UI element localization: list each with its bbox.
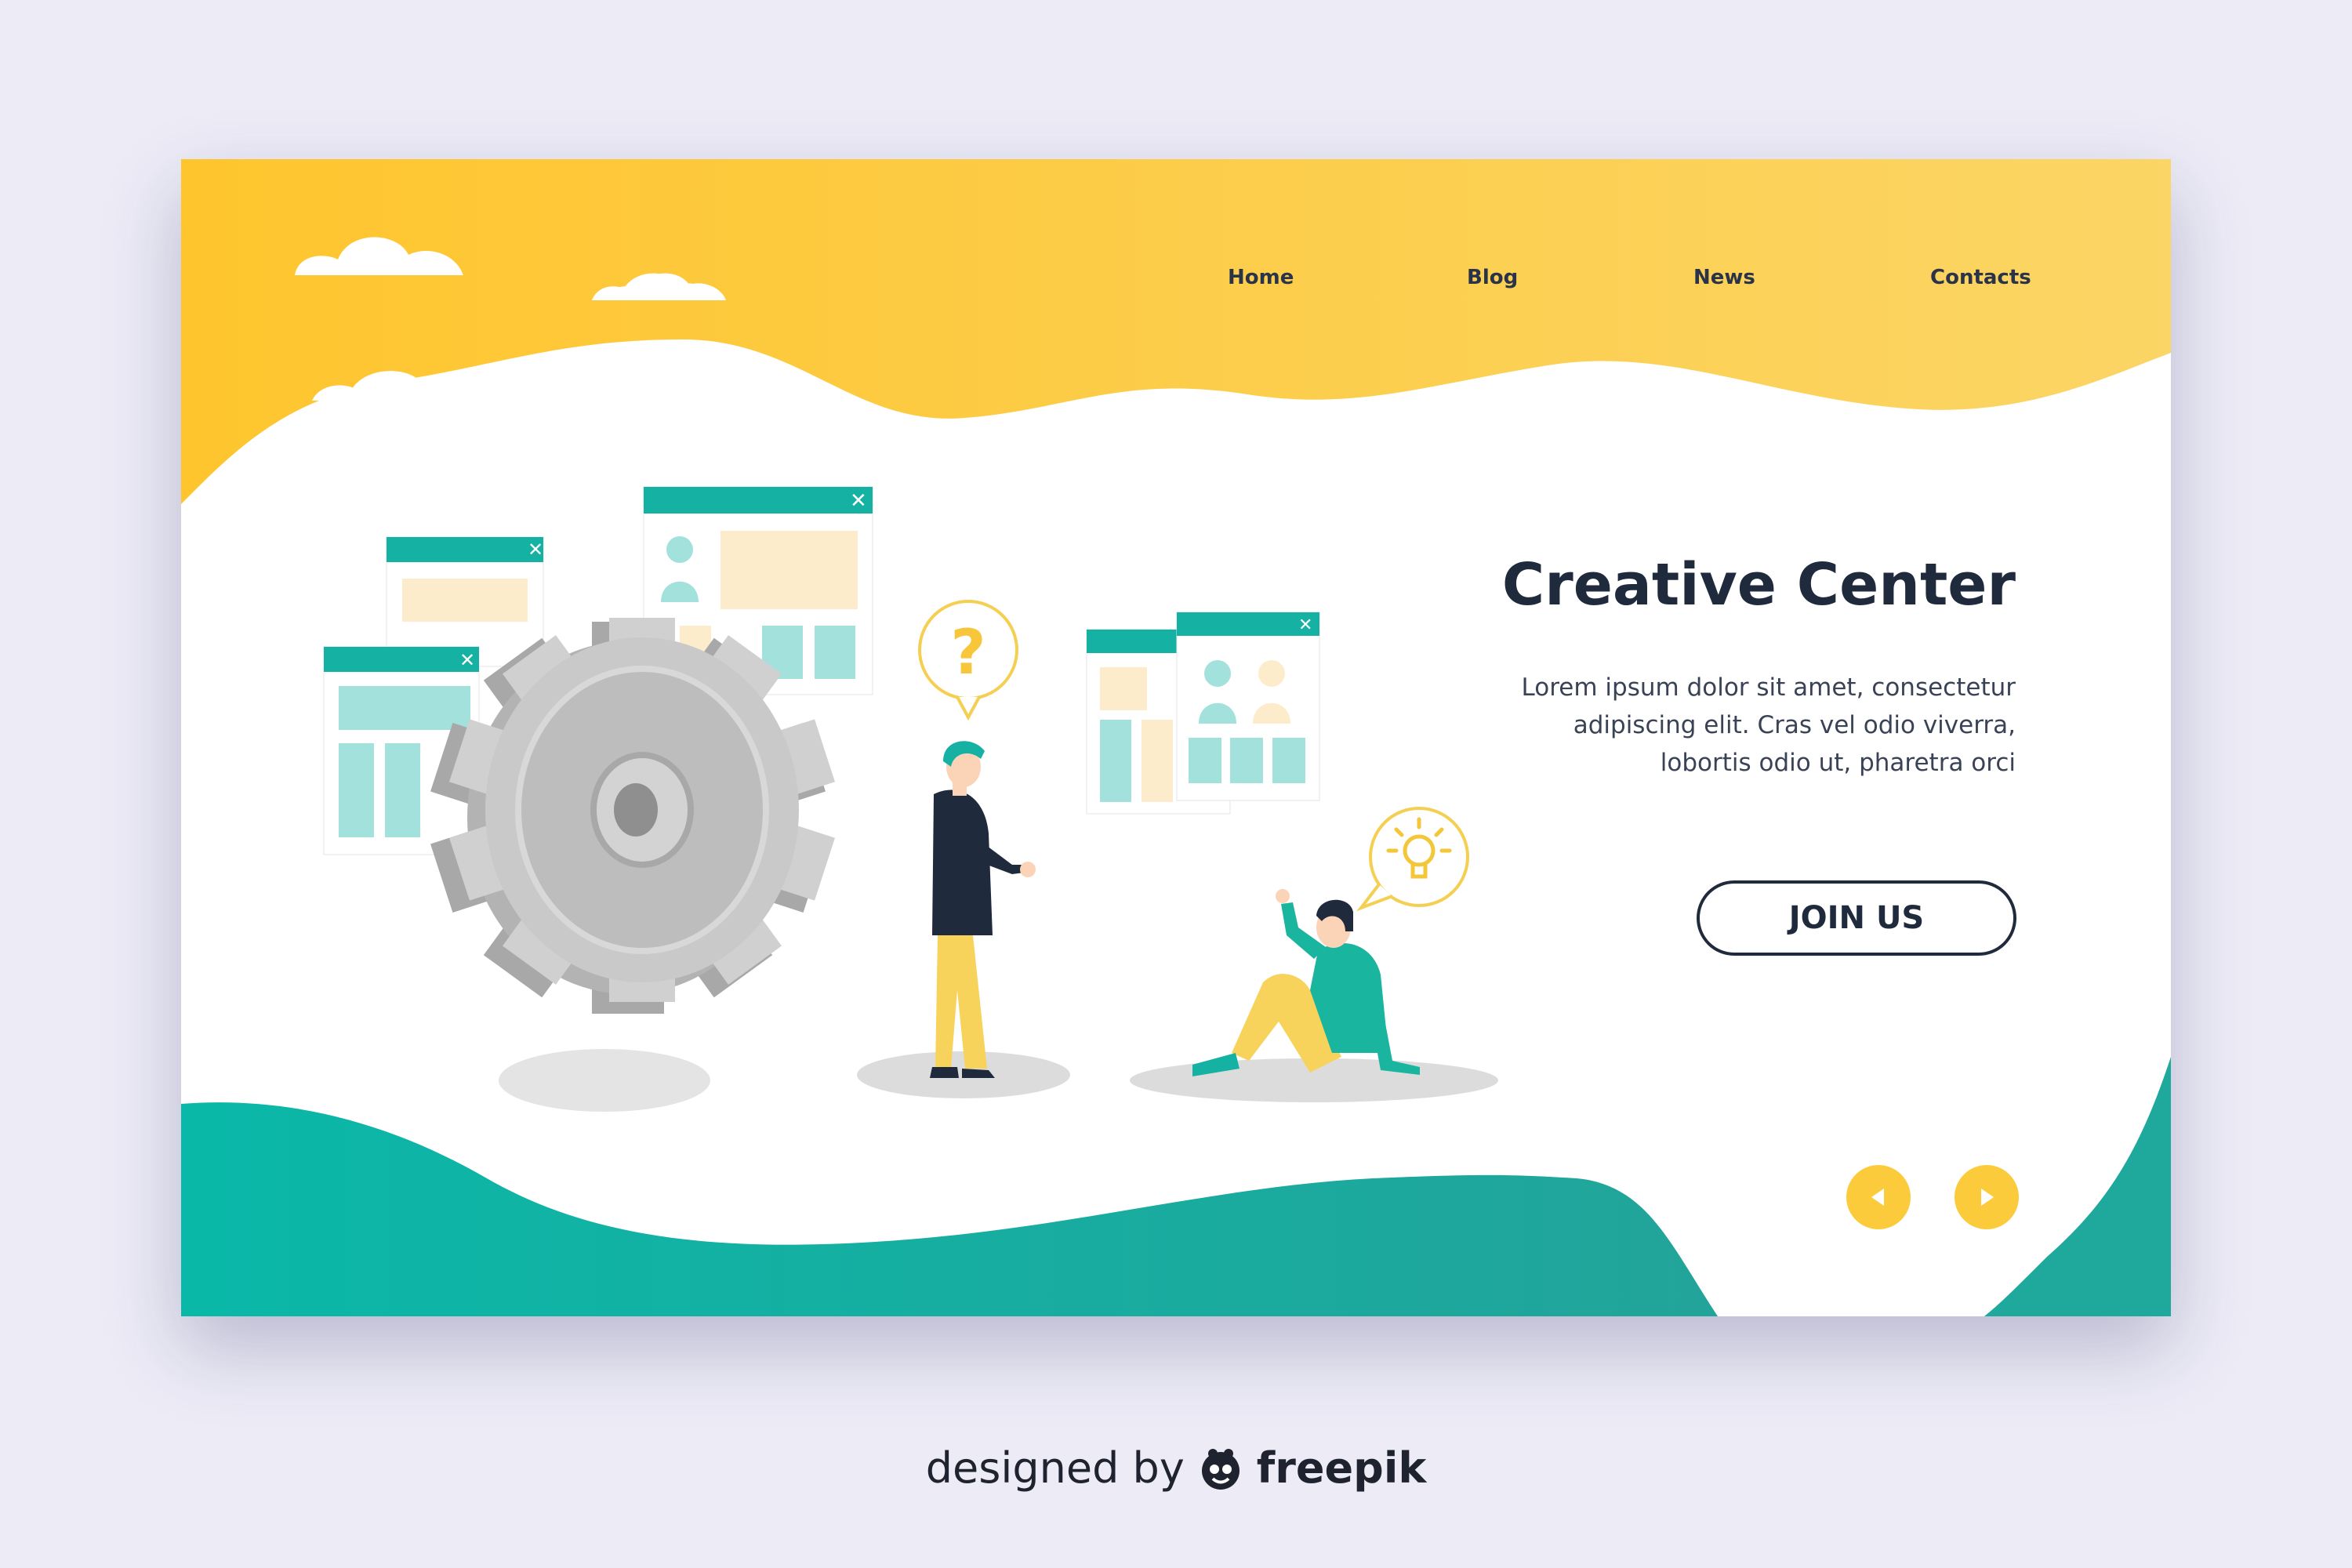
sitting-person (1130, 889, 1498, 1102)
gear-icon (430, 618, 835, 1014)
credit-brand: freepik (1256, 1443, 1427, 1493)
slider-next-button[interactable] (1955, 1165, 2019, 1229)
landing-page-card: ✕ ✕ ✕ ? ✕ Home Blog News Contacts Creati… (181, 159, 2171, 1316)
question-bubble: ? (918, 600, 1018, 721)
arrow-right-icon (1981, 1189, 1994, 1206)
nav-news[interactable]: News (1693, 266, 1755, 289)
svg-text:✕: ✕ (528, 539, 543, 561)
nav-contacts[interactable]: Contacts (1930, 266, 2031, 289)
slider-prev-button[interactable] (1846, 1165, 1911, 1229)
gear-shadow (499, 1049, 710, 1112)
standing-person (857, 741, 1070, 1098)
top-yellow-wave (181, 159, 2171, 504)
description-line: Lorem ipsum dolor sit amet, consectetur (1521, 673, 2016, 702)
designer-credit: designed by freepik (0, 1443, 2352, 1493)
lightbulb-bubble (1356, 807, 1469, 912)
credit-prefix: designed by (925, 1443, 1185, 1493)
description-line: adipiscing elit. Cras vel odio viverra, (1573, 711, 2016, 739)
hero-description: Lorem ipsum dolor sit amet, consectetur … (1451, 669, 2016, 782)
nav-home[interactable]: Home (1228, 266, 1294, 289)
arrow-left-icon (1871, 1189, 1884, 1206)
svg-text:✕: ✕ (1298, 615, 1312, 635)
freepik-logo-icon (1201, 1449, 1240, 1490)
svg-text:✕: ✕ (850, 489, 867, 513)
nav-blog[interactable]: Blog (1467, 266, 1518, 289)
join-us-button[interactable]: JOIN US (1697, 880, 2016, 956)
svg-text:✕: ✕ (459, 649, 475, 671)
description-line: lobortis odio ut, pharetra orci (1660, 749, 2016, 777)
ui-window: ✕ (1176, 612, 1320, 801)
question-mark: ? (950, 618, 985, 688)
page-title: Creative Center (1501, 551, 2016, 619)
bottom-teal-wave (181, 1102, 1718, 1316)
